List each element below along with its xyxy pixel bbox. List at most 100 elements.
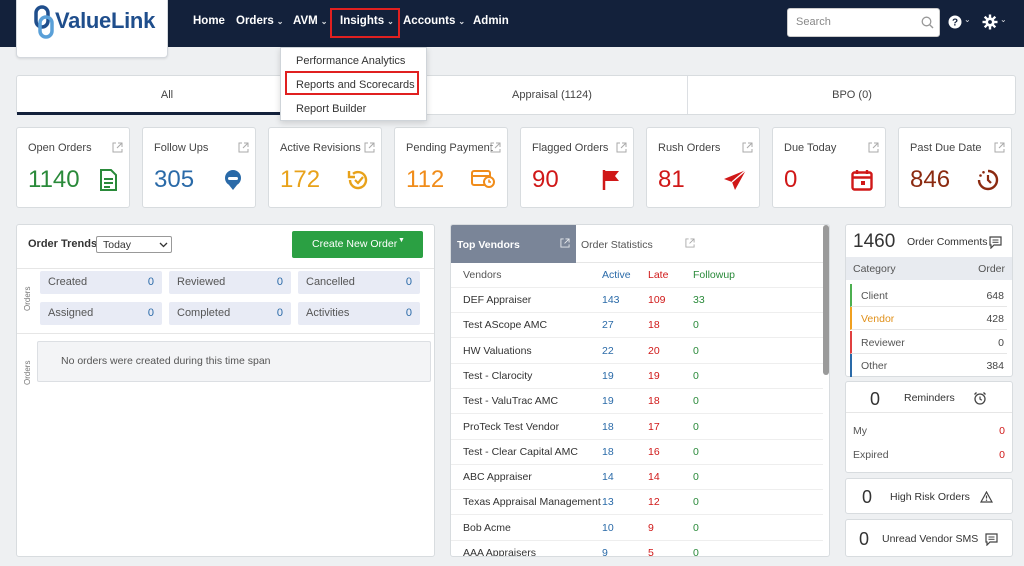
comment-category-client[interactable]: Client 648 (850, 284, 1007, 307)
chevron-down-icon: ⌄ (964, 15, 971, 24)
external-link-icon[interactable] (685, 238, 695, 248)
reports-highlight-box (285, 71, 419, 95)
external-link-icon[interactable] (994, 142, 1005, 153)
vendor-row[interactable]: Test - ValuTrac AMC 19 18 0 (451, 389, 823, 415)
comment-icon[interactable] (989, 236, 1002, 249)
logo-text: ValueLink (55, 8, 156, 33)
high-risk-orders-panel[interactable]: 0 High Risk Orders (845, 478, 1013, 514)
comment-category-reviewer[interactable]: Reviewer 0 (850, 331, 1007, 354)
stat-assigned[interactable]: Assigned 0 (40, 302, 162, 325)
card-past-due-date[interactable]: Past Due Date 846 (898, 127, 1012, 208)
card-follow-ups[interactable]: Follow Ups 305 (142, 127, 256, 208)
help-icon: ? (948, 15, 962, 29)
vendor-row[interactable]: Bob Acme 10 9 0 (451, 516, 823, 541)
vendor-followup: 0 (693, 395, 699, 408)
comments-header-row: Category Order (846, 257, 1012, 280)
high-risk-count: 0 (862, 487, 873, 507)
insights-dropdown-menu: Performance Analytics Reports and Scorec… (280, 47, 427, 121)
tab-order-statistics[interactable]: Order Statistics (576, 225, 823, 263)
comment-category-other[interactable]: Other 384 (850, 354, 1007, 377)
vendor-row[interactable]: AAA Appraisers 9 5 0 (451, 541, 823, 557)
tab-bpo[interactable]: BPO (0) (687, 76, 1017, 114)
chevron-down-icon: ⌄ (320, 17, 328, 26)
stat-reviewed[interactable]: Reviewed 0 (169, 271, 291, 294)
vendor-late: 5 (648, 547, 654, 557)
vendor-name: AAA Appraisers (463, 547, 536, 557)
vendor-active: 19 (602, 395, 614, 408)
menu-item-label: Performance Analytics (296, 55, 406, 67)
vendor-active: 18 (602, 420, 614, 433)
search-icon[interactable] (921, 16, 934, 29)
vendor-followup: 0 (693, 319, 699, 332)
category-value: 384 (986, 360, 1004, 372)
vendor-followup: 33 (693, 294, 705, 306)
create-new-order-button[interactable]: Create New Order ▼ (292, 231, 423, 258)
external-link-icon[interactable] (238, 142, 249, 153)
card-open-orders[interactable]: Open Orders 1140 (16, 127, 130, 208)
tab-all-label: All (160, 89, 174, 101)
warning-icon (980, 491, 993, 503)
menu-item-report-builder[interactable]: Report Builder (296, 103, 366, 115)
nav-home-label: Home (193, 15, 225, 27)
settings-menu[interactable]: ⌄ (982, 14, 1007, 33)
scrollbar-thumb[interactable] (823, 225, 829, 375)
stat-activities[interactable]: Activities 0 (298, 302, 420, 325)
comment-category-vendor[interactable]: Vendor 428 (850, 307, 1007, 330)
stat-value: 0 (405, 276, 412, 288)
nav-admin-label: Admin (473, 15, 509, 27)
vendor-name: Test AScope AMC (463, 319, 548, 332)
reminder-my-label[interactable]: My (853, 425, 867, 437)
alarm-clock-icon[interactable] (973, 391, 987, 405)
stat-cancelled[interactable]: Cancelled 0 (298, 271, 420, 294)
card-pending-payment[interactable]: Pending Payment 112 (394, 127, 508, 208)
nav-home[interactable]: Home (193, 15, 225, 27)
card-flagged-orders[interactable]: Flagged Orders 90 (520, 127, 634, 208)
vendor-row[interactable]: Test AScope AMC 27 18 0 (451, 313, 823, 339)
vendor-active: 14 (602, 471, 614, 484)
vendor-row[interactable]: ABC Appraiser 14 14 0 (451, 465, 823, 491)
vendor-row[interactable]: ProTeck Test Vendor 18 17 0 (451, 415, 823, 440)
vendor-active: 19 (602, 369, 614, 382)
vendor-active: 13 (602, 496, 614, 509)
stat-completed[interactable]: Completed 0 (169, 302, 291, 325)
vendor-row[interactable]: Texas Appraisal Management 13 12 0 (451, 490, 823, 516)
card-active-revisions[interactable]: Active Revisions 172 (268, 127, 382, 208)
card-due-today[interactable]: Due Today 0 (772, 127, 886, 208)
nav-orders[interactable]: Orders ⌄ (236, 15, 283, 27)
revision-icon (347, 170, 368, 190)
period-select[interactable]: Today (96, 236, 172, 253)
stat-value: 0 (405, 307, 412, 319)
nav-accounts[interactable]: Accounts ⌄ (403, 15, 465, 27)
card-rush-orders[interactable]: Rush Orders 81 (646, 127, 760, 208)
card-label: Flagged Orders (532, 142, 609, 154)
stat-created[interactable]: Created 0 (40, 271, 162, 294)
overdue-clock-icon (977, 169, 999, 191)
unread-vendor-sms-panel[interactable]: 0 Unread Vendor SMS (845, 519, 1013, 557)
vendor-row[interactable]: Test - Clear Capital AMC 18 16 0 (451, 440, 823, 465)
card-label: Pending Payment (406, 142, 493, 154)
external-link-icon[interactable] (742, 142, 753, 153)
stat-value: 0 (147, 307, 154, 319)
nav-admin[interactable]: Admin (473, 15, 509, 27)
reminder-expired-label[interactable]: Expired (853, 449, 889, 461)
stat-label: Created (48, 276, 88, 288)
external-link-icon[interactable] (560, 238, 570, 248)
tab-top-vendors[interactable]: Top Vendors (451, 225, 576, 263)
search-input[interactable] (796, 16, 916, 28)
external-link-icon[interactable] (490, 142, 501, 153)
vendor-row[interactable]: HW Valuations 22 20 0 (451, 339, 823, 364)
external-link-icon[interactable] (112, 142, 123, 153)
column-header-category: Category (853, 263, 896, 275)
tab-all[interactable]: All (17, 76, 317, 115)
nav-avm[interactable]: AVM ⌄ (293, 15, 327, 27)
vendor-row[interactable]: DEF Appraiser 143 109 33 (451, 288, 823, 313)
vendor-row[interactable]: Test - Clarocity 19 19 0 (451, 364, 823, 389)
valuelink-logo[interactable]: ValueLink (16, 0, 168, 58)
menu-item-performance-analytics[interactable]: Performance Analytics (296, 55, 405, 67)
external-link-icon[interactable] (364, 142, 375, 153)
vendor-active: 18 (602, 445, 614, 458)
external-link-icon[interactable] (616, 142, 627, 153)
help-menu[interactable]: ? ⌄ (948, 15, 971, 32)
vendor-late: 20 (648, 344, 660, 357)
external-link-icon[interactable] (868, 142, 879, 153)
